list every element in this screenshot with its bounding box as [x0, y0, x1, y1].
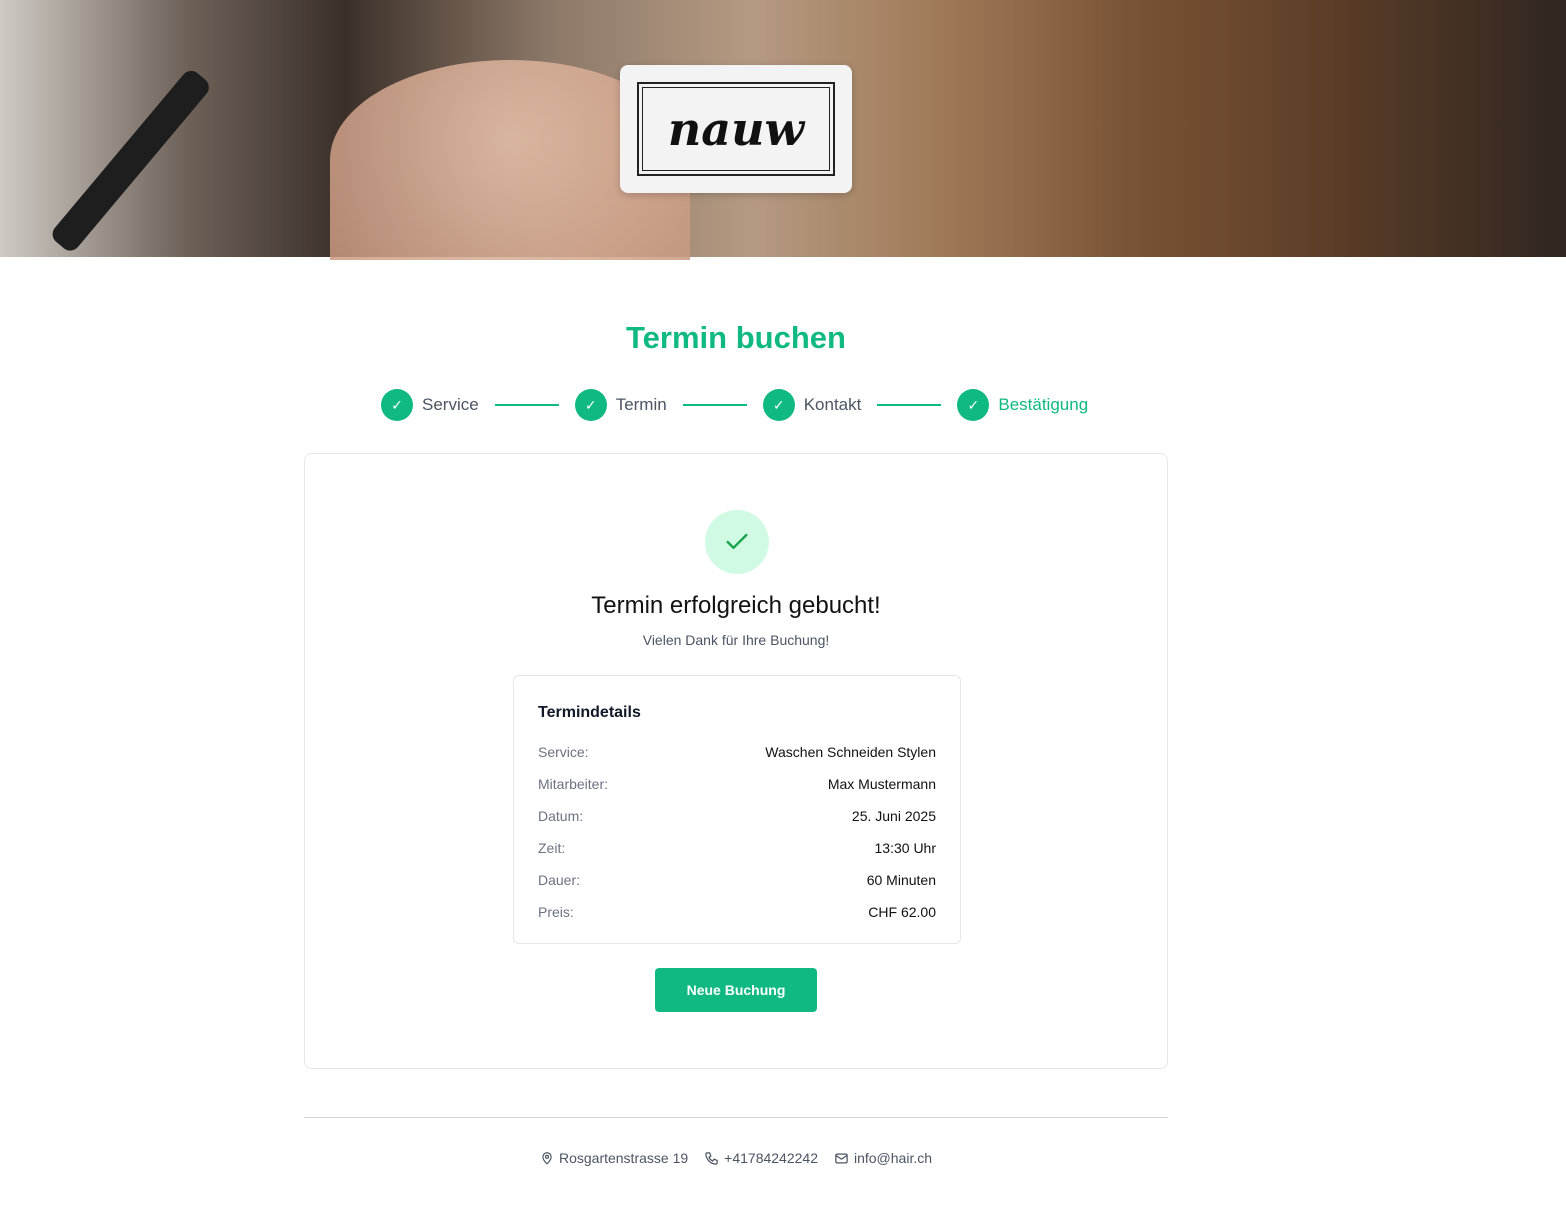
footer-divider [304, 1117, 1168, 1118]
footer-phone[interactable]: +41784242242 [704, 1150, 818, 1166]
detail-value: Waschen Schneiden Stylen [765, 744, 936, 760]
step-connector [494, 404, 559, 406]
footer-email[interactable]: info@hair.ch [834, 1150, 932, 1166]
detail-row: Datum: 25. Juni 2025 [538, 800, 936, 832]
page-title: Termin buchen [626, 320, 846, 355]
step-termin: ✓ Termin [574, 389, 667, 421]
step-bestaetigung: ✓ Bestätigung [957, 389, 1088, 421]
check-icon: ✓ [762, 389, 795, 421]
phone-icon [705, 1151, 718, 1165]
map-pin-icon [542, 1152, 552, 1165]
detail-value: Max Mustermann [827, 776, 936, 792]
appointment-details: Termindetails Service: Waschen Schneiden … [513, 675, 961, 944]
detail-label: Zeit: [538, 840, 566, 856]
step-label: Service [422, 395, 479, 414]
logo: nauw [620, 65, 852, 193]
step-label: Termin [615, 395, 667, 414]
success-check-icon [705, 510, 769, 574]
detail-row: Service: Waschen Schneiden Stylen [538, 736, 936, 768]
confirmation-subtitle: Vielen Dank für Ihre Buchung! [642, 632, 830, 648]
detail-row: Mitarbeiter: Max Mustermann [538, 768, 936, 800]
detail-label: Mitarbeiter: [538, 776, 609, 792]
detail-row: Zeit: 13:30 Uhr [538, 832, 936, 864]
footer-address: Rosgartenstrasse 19 [540, 1150, 688, 1166]
step-label: Bestätigung [998, 395, 1089, 414]
detail-value: 13:30 Uhr [874, 840, 936, 856]
check-icon: ✓ [381, 389, 413, 421]
detail-value: CHF 62.00 [868, 904, 936, 920]
progress-steps: ✓ Service ✓ Termin ✓ Kontakt ✓ Bestätigung [381, 389, 1088, 421]
detail-label: Dauer: [538, 872, 581, 888]
step-connector [877, 404, 942, 406]
email-text[interactable]: info@hair.ch [854, 1150, 932, 1166]
detail-row: Dauer: 60 Minuten [538, 864, 936, 896]
detail-row: Preis: CHF 62.00 [538, 896, 936, 928]
phone-text[interactable]: +41784242242 [724, 1150, 818, 1166]
address-text: Rosgartenstrasse 19 [558, 1150, 689, 1166]
detail-value: 25. Juni 2025 [851, 808, 936, 824]
footer: Rosgartenstrasse 19 +41784242242 info@ha… [0, 1150, 1472, 1166]
confirmation-card: Termin erfolgreich gebucht! Vielen Dank … [304, 453, 1168, 1069]
step-label: Kontakt [803, 395, 862, 414]
check-icon: ✓ [574, 389, 607, 421]
details-title: Termindetails [538, 704, 641, 721]
detail-label: Service: [538, 744, 589, 760]
mail-icon [835, 1153, 848, 1163]
detail-label: Preis: [538, 904, 574, 920]
check-icon: ✓ [957, 389, 990, 421]
confirmation-title: Termin erfolgreich gebucht! [591, 592, 881, 619]
new-booking-button[interactable]: Neue Buchung [655, 968, 817, 1012]
step-connector [682, 404, 747, 406]
detail-label: Datum: [538, 808, 584, 824]
step-kontakt: ✓ Kontakt [762, 389, 862, 421]
step-service: ✓ Service [381, 389, 479, 421]
detail-value: 60 Minuten [866, 872, 936, 888]
logo-text: nauw [667, 102, 805, 156]
